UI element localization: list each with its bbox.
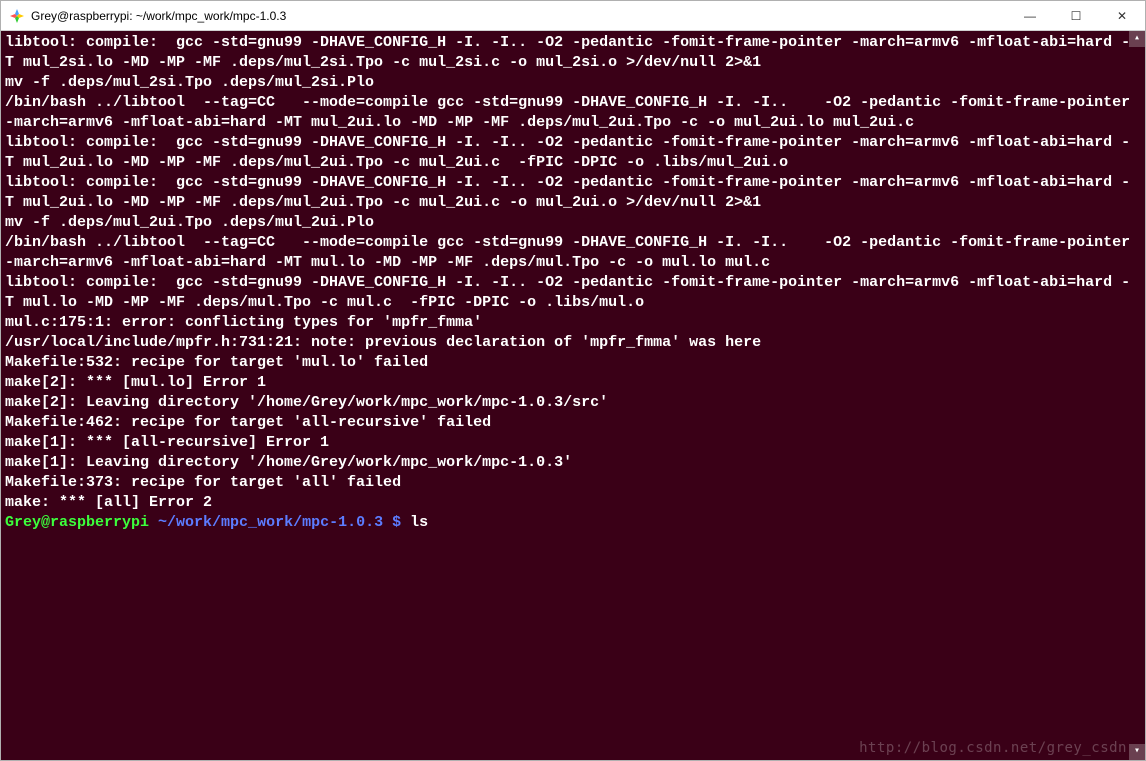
- maximize-button[interactable]: ☐: [1053, 1, 1099, 31]
- terminal-window: Grey@raspberrypi: ~/work/mpc_work/mpc-1.…: [0, 0, 1146, 761]
- current-command: ls: [410, 514, 428, 531]
- terminal-output: libtool: compile: gcc -std=gnu99 -DHAVE_…: [5, 34, 1139, 511]
- app-icon: [9, 8, 25, 24]
- window-titlebar[interactable]: Grey@raspberrypi: ~/work/mpc_work/mpc-1.…: [1, 1, 1145, 31]
- close-button[interactable]: ✕: [1099, 1, 1145, 31]
- scroll-up-icon[interactable]: ▴: [1129, 31, 1145, 47]
- terminal-scrollbar[interactable]: ▴▾: [1129, 31, 1145, 760]
- scroll-down-icon[interactable]: ▾: [1129, 744, 1145, 760]
- prompt-path: ~/work/mpc_work/mpc-1.0.3 $: [158, 514, 401, 531]
- watermark: http://blog.csdn.net/grey_csdn: [859, 738, 1127, 758]
- window-title: Grey@raspberrypi: ~/work/mpc_work/mpc-1.…: [31, 9, 1007, 23]
- prompt-user: Grey@raspberrypi: [5, 514, 149, 531]
- minimize-button[interactable]: —: [1007, 1, 1053, 31]
- window-controls: — ☐ ✕: [1007, 1, 1145, 31]
- terminal-body[interactable]: libtool: compile: gcc -std=gnu99 -DHAVE_…: [1, 31, 1145, 760]
